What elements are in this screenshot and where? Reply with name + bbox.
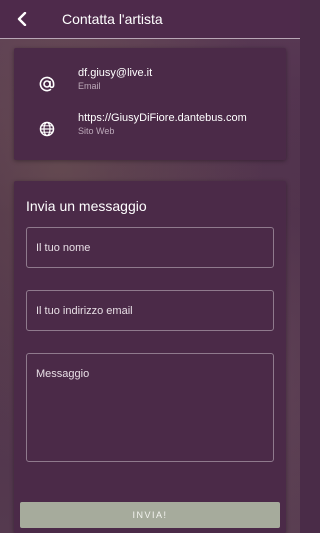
- website-text: https://GiusyDiFiore.dantebus.com Sito W…: [78, 111, 247, 137]
- website-label: Sito Web: [78, 126, 115, 136]
- contact-card: df.giusy@live.it Email https://GiusyDiFi…: [14, 48, 286, 160]
- app-bar: Contatta l'artista: [0, 0, 300, 39]
- email-placeholder: Il tuo indirizzo email: [36, 304, 133, 317]
- email-text: df.giusy@live.it Email: [78, 66, 152, 92]
- message-section-title: Invia un messaggio: [26, 198, 147, 214]
- website-row[interactable]: https://GiusyDiFiore.dantebus.com Sito W…: [14, 111, 286, 147]
- page-title: Contatta l'artista: [62, 11, 163, 27]
- email-row[interactable]: df.giusy@live.it Email: [14, 66, 286, 102]
- message-placeholder: Messaggio: [36, 368, 90, 380]
- name-field[interactable]: Il tuo nome: [26, 227, 274, 268]
- email-value: df.giusy@live.it: [78, 67, 153, 79]
- globe-icon: [38, 120, 56, 138]
- at-icon: [38, 75, 56, 93]
- email-field[interactable]: Il tuo indirizzo email: [26, 290, 274, 331]
- back-button[interactable]: [0, 0, 44, 39]
- message-textarea[interactable]: Messaggio: [26, 353, 274, 462]
- email-label: Email: [78, 81, 101, 91]
- name-placeholder: Il tuo nome: [36, 241, 91, 254]
- message-card: Invia un messaggio Il tuo nome Il tuo in…: [14, 181, 286, 533]
- send-button[interactable]: INVIA!: [20, 502, 280, 528]
- back-arrow-icon: [17, 12, 27, 26]
- website-value: https://GiusyDiFiore.dantebus.com: [78, 112, 247, 124]
